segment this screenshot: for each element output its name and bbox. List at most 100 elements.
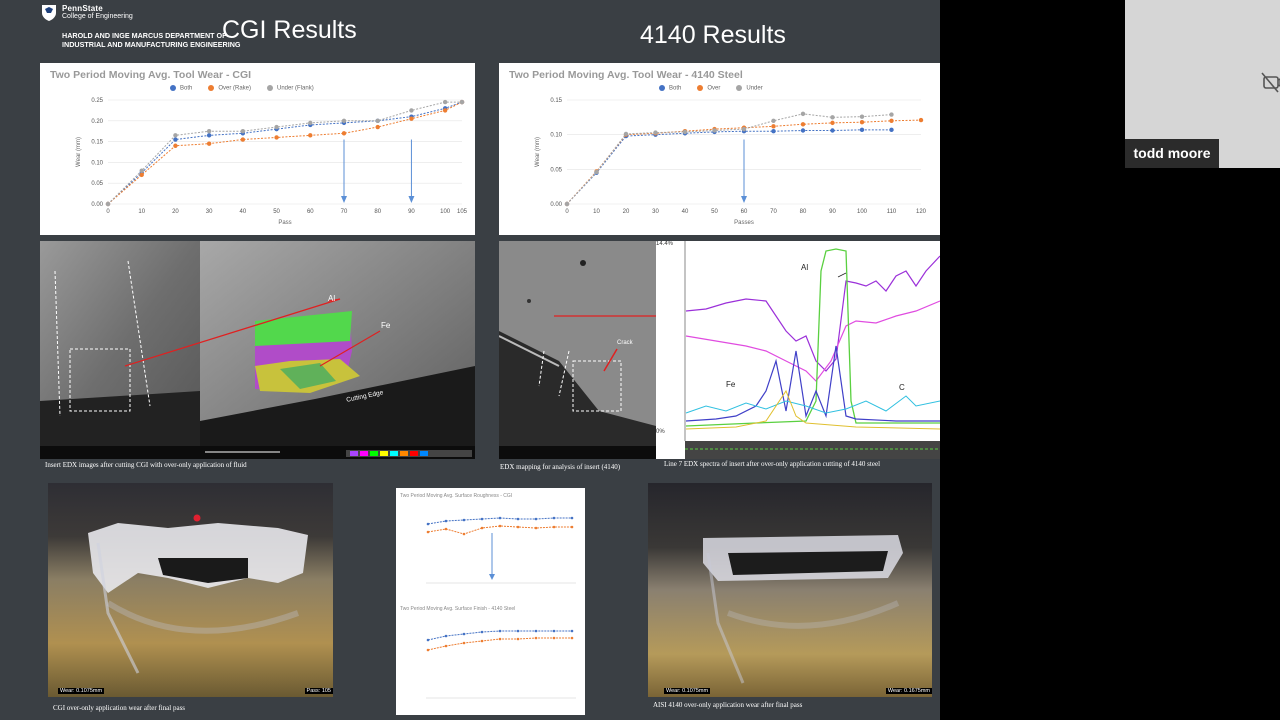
- data-point: [830, 120, 835, 126]
- data-point: [564, 201, 570, 207]
- data-point: [918, 117, 924, 123]
- data-point: [889, 118, 894, 123]
- x-tick-label: 10: [593, 209, 600, 215]
- data-point: [308, 120, 313, 126]
- spectra-max-label: 14.4%: [656, 241, 674, 247]
- x-tick-label: 90: [408, 209, 415, 215]
- data-point: [741, 126, 747, 132]
- data-point: [375, 124, 380, 130]
- data-point: [173, 137, 178, 142]
- x-tick-label: 20: [623, 209, 630, 215]
- y-axis-label: Wear (mm): [76, 137, 82, 167]
- series-line: [566, 113, 892, 205]
- x-tick-label: 50: [273, 209, 280, 215]
- x-tick-label: 90: [829, 209, 836, 215]
- x-tick-label: 60: [741, 209, 748, 215]
- data-point: [173, 143, 178, 148]
- data-point: [594, 169, 599, 175]
- x-axis-label: Passes: [734, 220, 754, 226]
- steel-wear-plot: 0.00 0.05 0.10 0.15 0 10 20 30 40 50 60 70 80 90 100 11…: [535, 98, 927, 226]
- surface-roughness-charts: Two Period Moving Avg. Surface Roughness…: [396, 488, 585, 715]
- data-point: [712, 128, 717, 133]
- data-point: [859, 127, 865, 133]
- data-point: [771, 129, 776, 134]
- y-tick-label: 0.10: [550, 133, 562, 139]
- data-point: [653, 130, 658, 135]
- y-tick-label: 0.05: [550, 167, 562, 173]
- series-line: [566, 129, 892, 205]
- college-name: College of Engineering: [62, 13, 133, 20]
- data-point: [240, 129, 246, 134]
- data-point: [442, 99, 448, 105]
- data-point: [859, 114, 865, 119]
- x-tick-label: 40: [682, 209, 689, 215]
- presentation-slide: PennState College of Engineering HAROLD …: [0, 0, 940, 720]
- annotation-arrowhead: [408, 196, 415, 203]
- steel-spectra-caption: Line 7 EDX spectra of insert after over-…: [664, 460, 881, 468]
- x-tick-label: 70: [341, 209, 348, 215]
- data-point: [771, 124, 776, 129]
- data-point: [274, 135, 279, 140]
- data-point: [859, 119, 865, 125]
- x-tick-label: 100: [440, 209, 451, 215]
- spectra-fe-label: Fe: [726, 380, 736, 389]
- data-point: [830, 115, 835, 120]
- edx-spectra-plot: 14.4% 0% Al Fe C: [656, 241, 940, 459]
- data-point: [682, 129, 688, 135]
- cgi-pass-tag: Pass: 105: [304, 688, 333, 694]
- cgi-edx-caption: Insert EDX images after cutting CGI with…: [45, 461, 247, 469]
- participant-name: todd moore: [1125, 139, 1219, 168]
- crack-label: Crack: [617, 340, 633, 346]
- cgi-wear-plot: 0.00 0.05 0.10 0.15 0.20 0.25 0 10 20 30 40 50 60 70 8…: [76, 98, 468, 226]
- data-point: [800, 128, 806, 133]
- spectra-al-label: Al: [801, 263, 809, 272]
- data-point: [771, 118, 776, 123]
- x-tick-label: 110: [887, 209, 897, 215]
- camera-off-icon: [1261, 72, 1280, 93]
- university-name: PennState: [62, 4, 103, 13]
- x-tick-label: 120: [916, 209, 927, 215]
- data-point: [206, 133, 212, 138]
- x-axis-label: Pass: [278, 220, 291, 226]
- steel-wear-tag-right: Wear: 0.1675mm: [885, 688, 932, 694]
- x-tick-label: 10: [138, 209, 145, 215]
- y-tick-label: 0.05: [91, 181, 103, 187]
- data-point: [308, 133, 313, 138]
- data-point: [623, 131, 629, 137]
- data-point: [341, 118, 347, 123]
- data-point: [206, 141, 212, 146]
- x-tick-label: 70: [770, 209, 777, 215]
- al-label: Al: [328, 294, 336, 303]
- y-tick-label: 0.25: [91, 98, 103, 104]
- data-point: [459, 99, 465, 105]
- cgi-wear-photo: Wear: 0.1075mm Pass: 105: [48, 483, 333, 697]
- x-tick-label: 60: [307, 209, 314, 215]
- y-tick-label: 0.20: [91, 119, 103, 125]
- pennstate-shield-icon: [42, 5, 56, 21]
- annotation-arrowhead: [741, 196, 747, 203]
- data-point: [889, 127, 894, 133]
- x-tick-label: 50: [711, 209, 718, 215]
- data-point: [206, 129, 212, 134]
- data-point: [889, 112, 894, 117]
- data-point: [341, 131, 347, 136]
- x-tick-label: 80: [800, 209, 807, 215]
- spectra-min-label: 0%: [656, 429, 665, 435]
- y-tick-label: 0.15: [550, 98, 562, 104]
- y-tick-label: 0.00: [550, 202, 562, 208]
- data-point: [800, 122, 806, 127]
- data-point: [240, 137, 246, 142]
- data-point: [375, 118, 380, 123]
- x-tick-label: 0: [565, 209, 569, 215]
- x-tick-label: 30: [206, 209, 213, 215]
- cgi-edx-sem-image: Al Fe Cutting Edge: [40, 241, 475, 459]
- y-tick-label: 0.15: [91, 140, 103, 146]
- x-tick-label: 30: [652, 209, 659, 215]
- participant-video-tile[interactable]: todd moore: [1125, 0, 1280, 168]
- series-line: [107, 101, 463, 205]
- x-tick-label: 100: [857, 209, 868, 215]
- data-point: [442, 108, 448, 113]
- fe-label: Fe: [381, 321, 391, 330]
- annotation-arrowhead: [341, 196, 347, 203]
- data-point: [409, 116, 414, 121]
